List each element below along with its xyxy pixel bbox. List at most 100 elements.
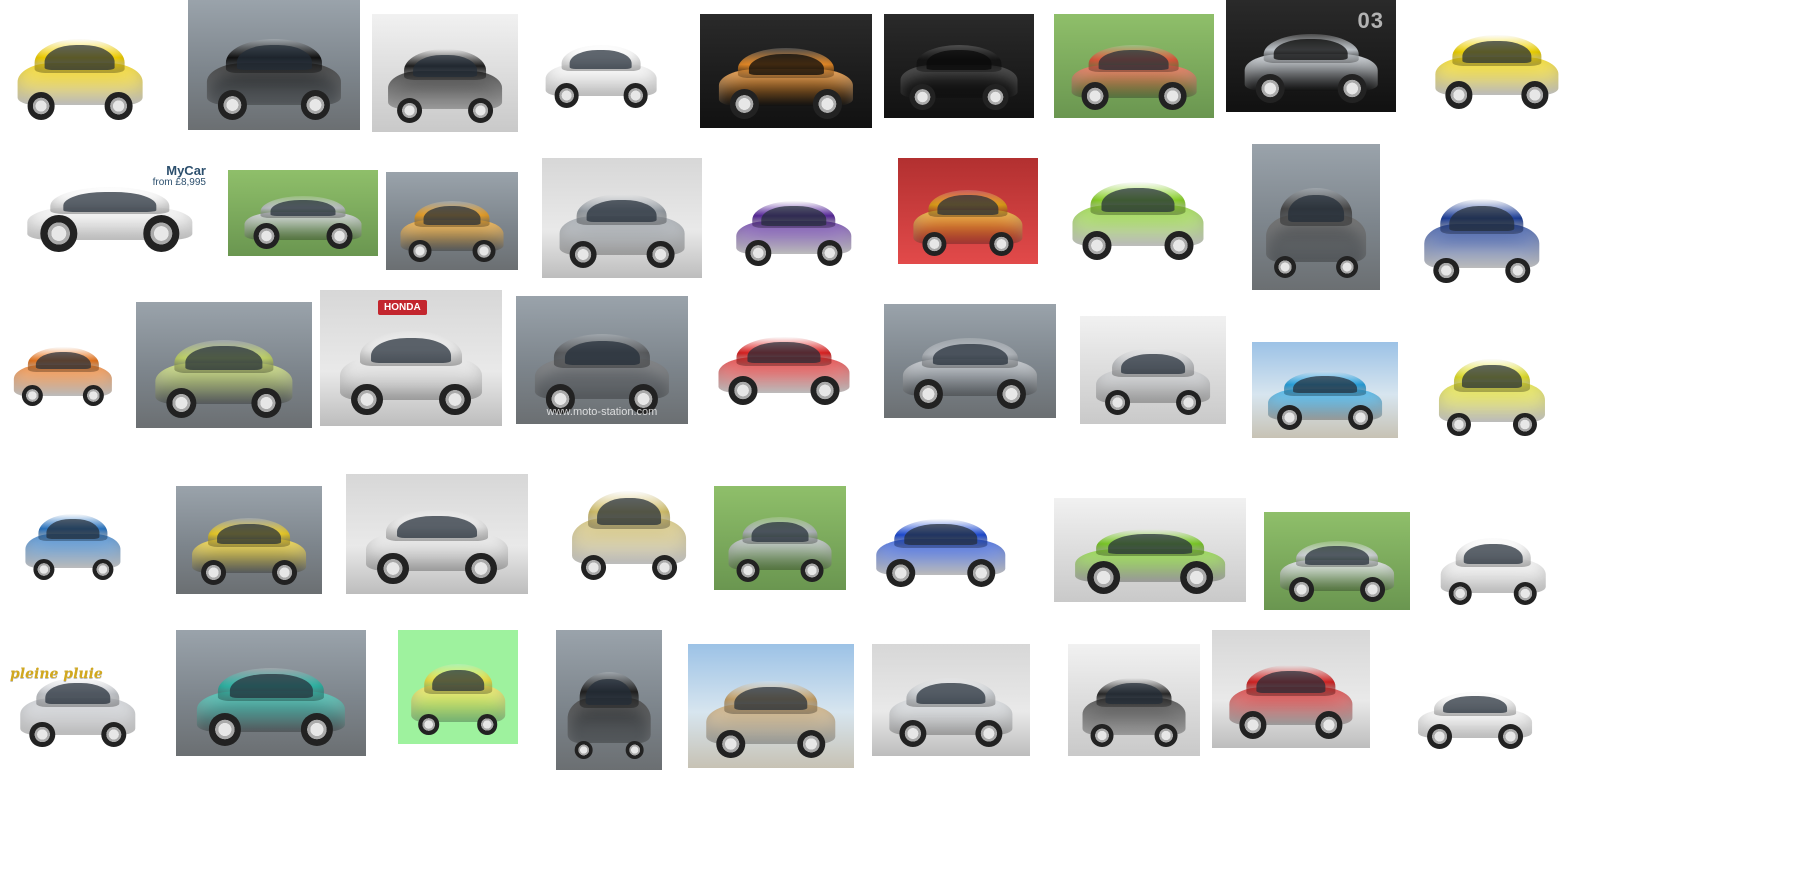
car-front-silver[interactable]: [714, 486, 846, 590]
wheel-icon: [581, 555, 607, 581]
car-pod-gray[interactable]: [1080, 316, 1226, 424]
car-window: [569, 49, 633, 69]
car-boxy-red-white[interactable]: [700, 304, 868, 414]
car-window: [63, 192, 157, 212]
car-beach-white-blue[interactable]: [1402, 664, 1548, 756]
wheel-icon: [651, 555, 677, 581]
car-bubble-lime[interactable]: [136, 302, 312, 428]
wheel-icon: [729, 89, 760, 119]
car-concept-silver-2[interactable]: [884, 304, 1056, 418]
car-window: [1305, 546, 1369, 565]
car-illustration: [572, 491, 686, 581]
car-window: [413, 55, 477, 78]
wheel-icon: [966, 558, 996, 588]
brand-badge: MyCar from £8,995: [153, 164, 206, 188]
car-hatch-purple[interactable]: [720, 170, 868, 274]
car-hatch-green-black[interactable]: [1054, 498, 1246, 602]
car-minivan-orange[interactable]: [386, 172, 518, 270]
car-front-blue[interactable]: [12, 482, 134, 588]
car-concept-gray[interactable]: www.moto-station.com: [516, 296, 688, 424]
car-buggy-yellow-gray[interactable]: [0, 0, 160, 130]
car-utility-silver[interactable]: [1264, 512, 1410, 610]
wheel-icon: [1449, 582, 1473, 606]
car-jeep-tan[interactable]: [688, 644, 854, 768]
watermark-text: www.moto-station.com: [546, 406, 658, 418]
wheel-icon: [716, 729, 746, 759]
car-microcar-black[interactable]: [372, 14, 518, 132]
car-illustration: [876, 519, 1006, 588]
car-gem-blue-white[interactable]: [1408, 158, 1556, 294]
car-buggy-yellow-black[interactable]: [1424, 322, 1560, 446]
wheel-icon: [82, 384, 105, 407]
car-roadster-black-red[interactable]: [188, 0, 360, 130]
car-suv-orange[interactable]: [700, 14, 872, 128]
car-window: [46, 519, 100, 539]
car-concept-silver-3[interactable]: [872, 644, 1030, 756]
car-illustration: [192, 518, 306, 586]
car-hatch-black-red[interactable]: [884, 14, 1034, 118]
car-window: [1108, 534, 1192, 554]
car-bubble-yellow-2[interactable]: [176, 486, 322, 594]
car-pod-yellow[interactable]: [398, 630, 518, 744]
wheel-icon: [208, 713, 242, 746]
car-compact-graphite[interactable]: [1252, 144, 1380, 290]
car-concept-yellow[interactable]: [898, 158, 1038, 264]
wheel-icon: [27, 92, 56, 120]
car-window: [748, 53, 824, 76]
wheel-icon: [467, 97, 493, 123]
car-illustration: [1268, 370, 1382, 431]
overlay-number: 03: [1357, 8, 1384, 33]
car-twizy-gold[interactable]: [556, 448, 702, 592]
wheel-icon: [1289, 577, 1315, 603]
car-pod-silver[interactable]: 03: [1226, 0, 1396, 112]
car-hatch-silver[interactable]: [228, 170, 378, 256]
car-honda-open[interactable]: HONDA: [320, 290, 502, 426]
car-hatch-orange[interactable]: [0, 318, 126, 414]
car-illustration: [559, 194, 685, 269]
car-bubble-yellow[interactable]: [1418, 0, 1576, 118]
wheel-icon: [300, 713, 334, 746]
car-bubble-blue[interactable]: [858, 486, 1024, 596]
car-utility-white[interactable]: [1426, 506, 1560, 614]
wheel-icon: [989, 231, 1014, 256]
wheel-icon: [646, 240, 675, 269]
wheel-icon: [1239, 711, 1267, 739]
car-window: [734, 687, 808, 711]
car-concept-teal[interactable]: [176, 630, 366, 756]
car-illustration: [206, 39, 342, 120]
wheel-icon: [1521, 81, 1549, 109]
car-illustration: [1082, 677, 1186, 748]
wheel-icon: [217, 90, 248, 120]
car-minivan-silver[interactable]: pleine pluie: [4, 644, 152, 756]
car-illustration: [340, 330, 482, 416]
car-mycar-white[interactable]: MyCar from £8,995: [4, 156, 216, 260]
wheel-icon: [33, 558, 54, 580]
wheel-icon: [104, 92, 133, 120]
car-illustration: [1096, 348, 1210, 416]
car-pod-dark[interactable]: [1068, 644, 1200, 756]
car-illustration: [400, 201, 504, 263]
car-pod-black-white[interactable]: [556, 630, 662, 770]
car-window: [270, 200, 336, 217]
car-illustration: [902, 338, 1038, 409]
wheel-icon: [1090, 724, 1114, 748]
car-concept-silver[interactable]: [542, 158, 702, 278]
wheel-icon: [812, 89, 843, 119]
car-hatch-lime[interactable]: [1054, 144, 1222, 270]
car-illustration: [17, 39, 143, 120]
car-hatch-white[interactable]: [530, 14, 672, 116]
wheel-icon: [1087, 560, 1121, 594]
wheel-icon: [251, 387, 282, 418]
wheel-icon: [623, 83, 648, 108]
car-window: [185, 346, 263, 370]
car-window: [1288, 195, 1344, 223]
car-bubble-red[interactable]: [1054, 14, 1214, 118]
car-window: [904, 524, 978, 545]
car-window: [926, 50, 992, 70]
car-hatch-red[interactable]: [1212, 630, 1370, 748]
car-illustration: [411, 664, 505, 735]
car-convertible-blue[interactable]: [1252, 342, 1398, 438]
car-window: [423, 206, 481, 225]
car-window: [1101, 188, 1175, 212]
car-pod-white-black[interactable]: [346, 474, 528, 594]
